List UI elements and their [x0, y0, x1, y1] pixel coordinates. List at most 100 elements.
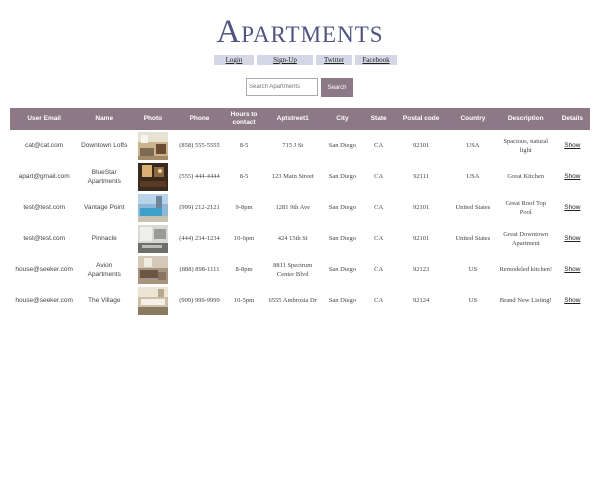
cell-photo [130, 192, 176, 223]
cell-photo [130, 285, 176, 316]
apartments-table: User Email Name Photo Phone Hours to con… [10, 108, 590, 316]
cell-postal-code: 92111 [413, 173, 430, 180]
column-header-aptstreet1: Aptstreet1 [264, 108, 321, 130]
cell-street: 8811 Spectrum Center Blvd [273, 261, 313, 278]
cell-country: US [468, 297, 478, 304]
show-link[interactable]: Show [564, 266, 580, 273]
cell-email: house@seeker.com [15, 297, 73, 304]
cell-name: Pinnacle [91, 235, 117, 242]
show-link[interactable]: Show [564, 235, 580, 242]
nav-login-link[interactable]: Login [214, 55, 254, 65]
cell-street: 1281 9th Ave [275, 204, 310, 211]
table-row: test@test.com Pinnacle (444) 234-1234 10… [10, 223, 590, 254]
column-header-hours: Hours to contact [223, 108, 265, 130]
cell-postal-code: 92101 [413, 235, 430, 242]
cell-photo [130, 223, 176, 254]
cell-city: San Diego [328, 235, 357, 242]
cell-postal-code: 92123 [413, 266, 430, 273]
cell-phone: (858) 555-5555 [179, 142, 220, 149]
table-row: test@test.com Vantage Point (999) 212-21… [10, 192, 590, 223]
cell-city: San Diego [328, 142, 357, 149]
cell-description: Spacious, natural light [503, 137, 549, 154]
cell-country: USA [466, 142, 480, 149]
cell-hours: 9-8pm [235, 204, 253, 211]
cell-description: Great Downtown Apartment [503, 230, 549, 247]
cell-street: 424 15th St [277, 235, 308, 242]
cell-phone: (444) 234-1234 [179, 235, 220, 242]
cell-description: Brand New Listing! [499, 297, 552, 304]
cell-street: 6555 Ambrosia Dr [268, 297, 317, 304]
cell-hours: 8-8pm [235, 266, 253, 273]
cell-name: Downtown Lofts [81, 142, 128, 149]
cell-state: CA [374, 173, 384, 180]
column-header-country: Country [449, 108, 497, 130]
cell-description: Remodeled kitchen! [499, 266, 552, 273]
cell-hours: 8-5 [239, 173, 249, 180]
cell-name: Avion Apartments [87, 261, 121, 278]
cell-photo [130, 130, 176, 161]
cell-email: house@seeker.com [15, 266, 73, 273]
search-input[interactable] [246, 78, 318, 96]
cell-phone: (888) 898-1111 [179, 266, 220, 273]
cell-country: US [468, 266, 478, 273]
cell-email: apart@gmail.com [18, 173, 70, 180]
column-header-name: Name [78, 108, 131, 130]
cell-details: Show [555, 285, 590, 316]
nav-signup-link[interactable]: Sign-Up [257, 55, 313, 65]
cell-phone: (999) 212-2121 [179, 204, 220, 211]
rooftop-pool-photo [137, 193, 168, 222]
cell-state: CA [374, 266, 384, 273]
cell-email: test@test.com [23, 204, 65, 211]
table-row: cat@cat.com Downtown Lofts (858) 555-555… [10, 130, 590, 161]
column-header-user-email: User Email [10, 108, 79, 130]
cell-details: Show [555, 254, 590, 285]
living-room-photo [137, 255, 168, 284]
cell-details: Show [555, 161, 590, 192]
column-header-postal-code: Postal code [393, 108, 450, 130]
cell-postal-code: 92101 [413, 204, 430, 211]
table-row: house@seeker.com The Village (999) 999-9… [10, 285, 590, 316]
kitchen-photo [137, 224, 168, 253]
table-row: apart@gmail.com BlueStar Apartments (555… [10, 161, 590, 192]
cell-state: CA [374, 142, 384, 149]
cell-state: CA [374, 297, 384, 304]
cell-name: The Village [88, 297, 121, 304]
cell-phone: (999) 999-9999 [179, 297, 220, 304]
column-header-description: Description [496, 108, 555, 130]
cell-hours: 10-5pm [233, 297, 255, 304]
cell-city: San Diego [328, 204, 357, 211]
cell-email: test@test.com [23, 235, 65, 242]
cell-street: 715 J St [282, 142, 304, 149]
cell-hours: 8-5 [239, 142, 249, 149]
table-row: house@seeker.com Avion Apartments (888) … [10, 254, 590, 285]
cell-street: 123 Main Street [271, 173, 314, 180]
cell-hours: 10-6pm [233, 235, 255, 242]
cell-state: CA [374, 235, 384, 242]
search-form: Search [246, 78, 353, 97]
show-link[interactable]: Show [564, 173, 580, 180]
nav-facebook-link[interactable]: Facebook [355, 55, 397, 65]
cell-details: Show [555, 192, 590, 223]
cell-country: United States [455, 204, 491, 211]
cell-description: Great Kitchen [507, 173, 545, 180]
cell-photo [130, 254, 176, 285]
cell-phone: (555) 444-4444 [179, 173, 220, 180]
cell-name: Vantage Point [84, 204, 125, 211]
cell-city: San Diego [328, 297, 357, 304]
show-link[interactable]: Show [564, 297, 580, 304]
search-button[interactable]: Search [321, 78, 353, 97]
cell-postal-code: 92101 [413, 142, 430, 149]
show-link[interactable]: Show [564, 142, 580, 149]
cell-city: San Diego [328, 266, 357, 273]
nav-twitter-link[interactable]: Twitter [316, 55, 352, 65]
cell-details: Show [555, 223, 590, 254]
show-link[interactable]: Show [564, 204, 580, 211]
cell-city: San Diego [328, 173, 357, 180]
column-header-state: State [364, 108, 394, 130]
apartment-interior-photo [137, 131, 168, 160]
column-header-city: City [320, 108, 365, 130]
kitchen-photo [137, 286, 168, 315]
cell-name: BlueStar Apartments [87, 168, 121, 185]
cell-details: Show [555, 130, 590, 161]
cell-email: cat@cat.com [25, 142, 64, 149]
